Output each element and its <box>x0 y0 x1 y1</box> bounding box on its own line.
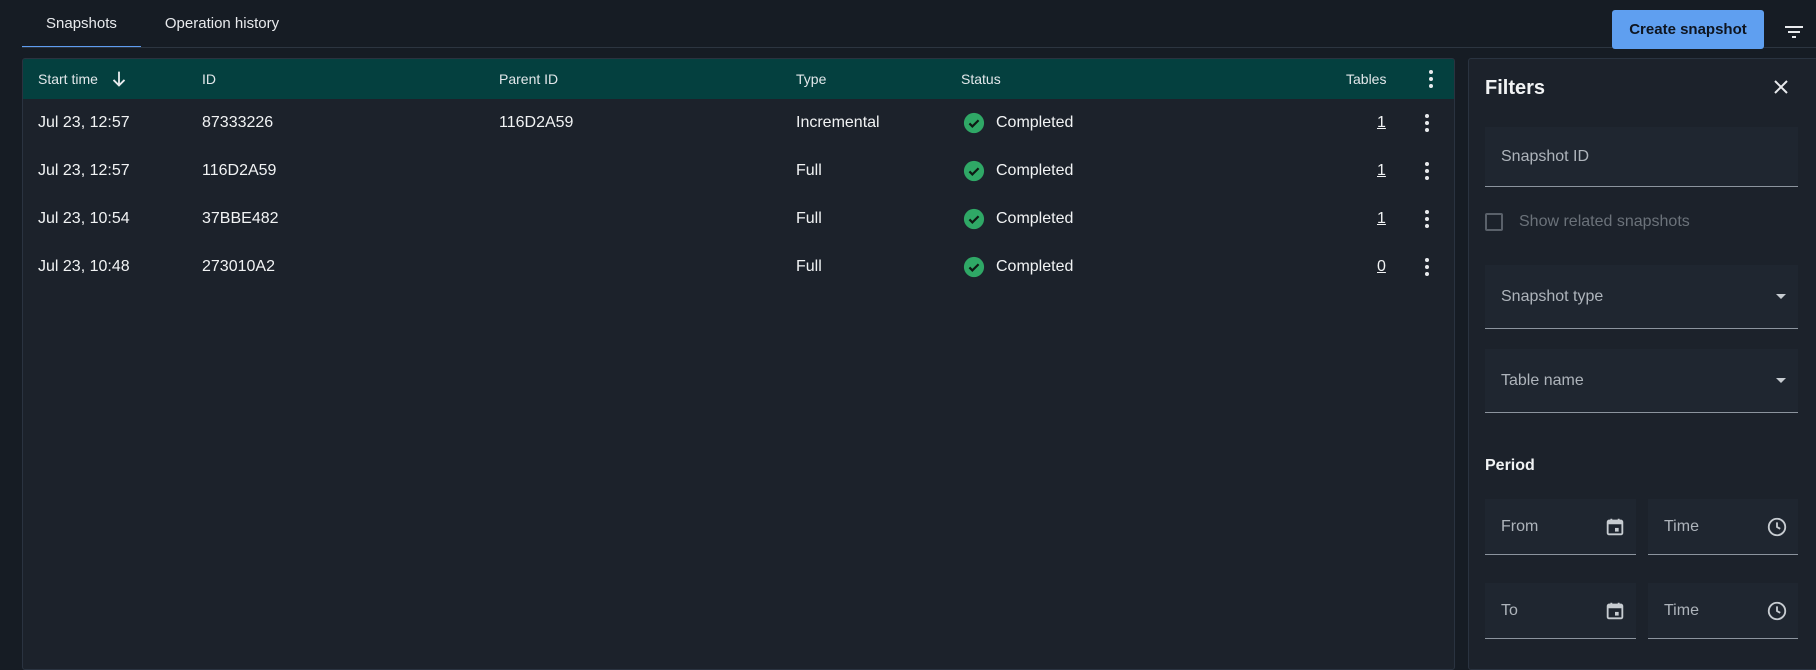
snapshot-type-select[interactable]: Snapshot type <box>1485 265 1798 329</box>
to-date-label: To <box>1501 601 1518 619</box>
status-label: Completed <box>996 210 1074 227</box>
cell-id: 273010A2 <box>202 258 275 275</box>
filters-title: Filters <box>1485 77 1546 99</box>
column-type[interactable]: Type <box>796 59 826 99</box>
tab-snapshots[interactable]: Snapshots <box>22 0 141 48</box>
snapshot-type-placeholder: Snapshot type <box>1501 287 1604 305</box>
cell-tables-link[interactable]: 1 <box>1377 99 1386 147</box>
arrow-down-icon[interactable] <box>108 68 130 90</box>
to-date-input[interactable]: To <box>1485 583 1636 639</box>
to-time-input[interactable]: Time <box>1648 583 1798 639</box>
status-label: Completed <box>996 162 1074 179</box>
cell-start-time: Jul 23, 10:54 <box>38 210 130 227</box>
from-date-label: From <box>1501 517 1539 535</box>
row-actions-icon[interactable] <box>1417 207 1437 231</box>
cell-tables-link[interactable]: 1 <box>1377 195 1386 243</box>
from-date-input[interactable]: From <box>1485 499 1636 555</box>
cell-id: 37BBE482 <box>202 210 279 227</box>
check-circle-icon <box>963 256 985 278</box>
period-label: Period <box>1485 457 1535 474</box>
clock-icon[interactable] <box>1766 600 1788 622</box>
cell-tables-link[interactable]: 0 <box>1377 243 1386 291</box>
status-label: Completed <box>996 114 1074 131</box>
table-name-placeholder: Table name <box>1501 371 1584 389</box>
cell-start-time: Jul 23, 10:48 <box>38 258 130 275</box>
show-related-label: Show related snapshots <box>1519 213 1690 230</box>
cell-tables-link[interactable]: 1 <box>1377 147 1386 195</box>
cell-start-time: Jul 23, 12:57 <box>38 162 130 179</box>
table-row[interactable]: Jul 23, 12:57 87333226 116D2A59 Incremen… <box>23 99 1454 147</box>
cell-type: Incremental <box>796 114 880 131</box>
check-circle-icon <box>963 208 985 230</box>
from-time-input[interactable]: Time <box>1648 499 1798 555</box>
tab-divider <box>22 47 1816 48</box>
table-row[interactable]: Jul 23, 12:57 116D2A59 Full Completed 1 <box>23 147 1454 195</box>
column-tables[interactable]: Tables <box>1346 59 1386 99</box>
cell-id: 87333226 <box>202 114 274 131</box>
cell-start-time: Jul 23, 12:57 <box>38 114 130 131</box>
clock-icon[interactable] <box>1766 516 1788 538</box>
snapshot-id-input[interactable]: Snapshot ID <box>1485 127 1798 187</box>
create-snapshot-button[interactable]: Create snapshot <box>1612 10 1764 49</box>
column-parent-id[interactable]: Parent ID <box>499 59 558 99</box>
show-related-checkbox[interactable] <box>1485 213 1503 231</box>
table-row[interactable]: Jul 23, 10:48 273010A2 Full Completed 0 <box>23 243 1454 291</box>
check-circle-icon <box>963 160 985 182</box>
cell-type: Full <box>796 258 822 275</box>
to-time-label: Time <box>1664 601 1699 619</box>
snapshot-id-placeholder: Snapshot ID <box>1501 147 1590 165</box>
from-time-label: Time <box>1664 517 1699 535</box>
close-icon[interactable] <box>1769 75 1793 99</box>
tab-bar: Snapshots Operation history <box>22 0 303 48</box>
row-actions-icon[interactable] <box>1417 159 1437 183</box>
tab-operation-history[interactable]: Operation history <box>141 0 303 46</box>
cell-status: Completed <box>963 99 1073 147</box>
cell-parent-id: 116D2A59 <box>499 114 574 131</box>
cell-type: Full <box>796 162 822 179</box>
row-actions-icon[interactable] <box>1417 111 1437 135</box>
column-start-time-label: Start time <box>38 71 98 87</box>
table-name-select[interactable]: Table name <box>1485 349 1798 413</box>
column-status[interactable]: Status <box>961 59 1001 99</box>
filters-panel: Filters Snapshot ID Show related snapsho… <box>1468 58 1816 670</box>
filter-list-icon[interactable] <box>1782 20 1806 44</box>
column-settings-icon[interactable] <box>1421 67 1441 91</box>
column-id[interactable]: ID <box>202 59 216 99</box>
chevron-down-icon <box>1776 293 1786 299</box>
table-header: Start time ID Parent ID Type Status Tabl… <box>23 59 1454 99</box>
show-related-checkbox-row[interactable]: Show related snapshots <box>1485 213 1690 231</box>
cell-status: Completed <box>963 195 1073 243</box>
cell-type: Full <box>796 210 822 227</box>
snapshots-table: Start time ID Parent ID Type Status Tabl… <box>22 58 1455 670</box>
cell-id: 116D2A59 <box>202 162 277 179</box>
calendar-icon[interactable] <box>1604 600 1626 622</box>
cell-status: Completed <box>963 147 1073 195</box>
check-circle-icon <box>963 112 985 134</box>
cell-status: Completed <box>963 243 1073 291</box>
status-label: Completed <box>996 258 1074 275</box>
row-actions-icon[interactable] <box>1417 255 1437 279</box>
column-start-time[interactable]: Start time <box>38 59 130 99</box>
calendar-icon[interactable] <box>1604 516 1626 538</box>
chevron-down-icon <box>1776 377 1786 383</box>
table-row[interactable]: Jul 23, 10:54 37BBE482 Full Completed 1 <box>23 195 1454 243</box>
